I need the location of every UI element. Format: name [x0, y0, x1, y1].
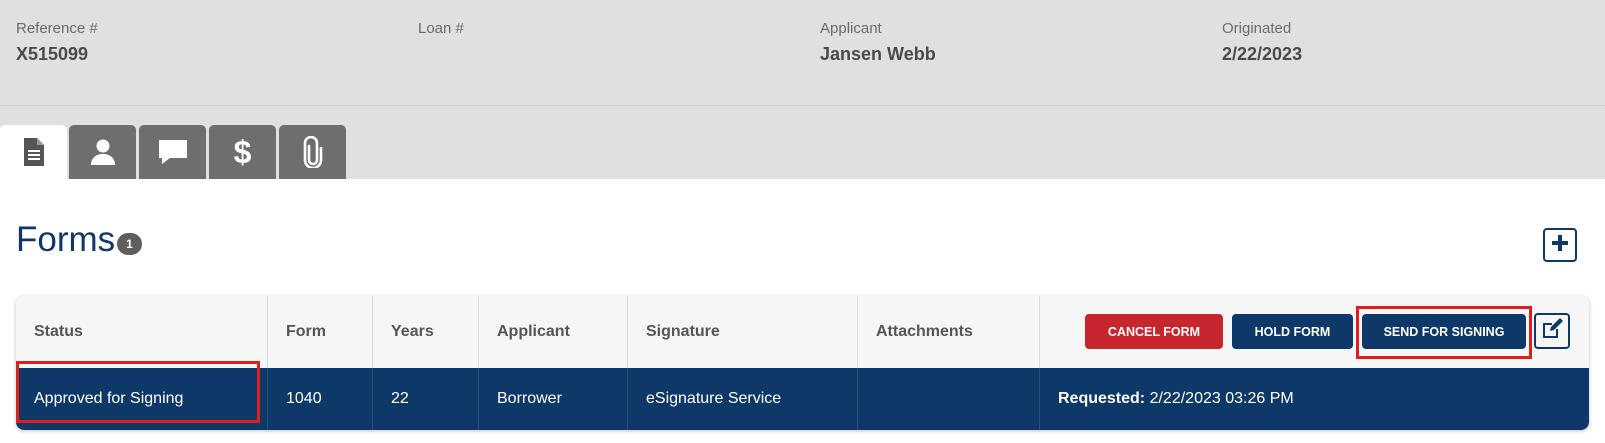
- applicant-field: Applicant Jansen Webb: [820, 20, 936, 65]
- applicant-label: Applicant: [820, 20, 882, 37]
- cell-form: 1040: [268, 368, 373, 430]
- table-header: Status Form Years Applicant Signature At…: [16, 296, 1589, 368]
- forms-title: Forms: [16, 220, 116, 259]
- requested-label: Requested:: [1058, 390, 1146, 407]
- column-header-signature: Signature: [628, 296, 858, 368]
- user-icon: [90, 138, 116, 166]
- loan-field: Loan #: [418, 20, 464, 44]
- tab-applicant[interactable]: [69, 125, 136, 179]
- reference-field: Reference # X515099: [16, 20, 98, 65]
- cancel-form-button[interactable]: CANCEL FORM: [1085, 314, 1223, 349]
- loan-label: Loan #: [418, 20, 464, 37]
- originated-field: Originated 2/22/2023: [1222, 20, 1302, 65]
- comment-icon: [157, 138, 189, 166]
- dollar-icon: $: [233, 133, 252, 170]
- originated-label: Originated: [1222, 20, 1292, 37]
- tab-attachments[interactable]: [279, 125, 346, 179]
- paperclip-icon: [303, 136, 323, 168]
- tab-documents[interactable]: [0, 125, 67, 179]
- column-header-attachments: Attachments: [858, 296, 1040, 368]
- requested-value: 2/22/2023 03:26 PM: [1149, 390, 1294, 407]
- cell-requested: Requested: 2/22/2023 03:26 PM: [1040, 368, 1589, 430]
- column-header-status: Status: [16, 296, 268, 368]
- edit-form-button[interactable]: [1534, 313, 1570, 349]
- tab-comments[interactable]: [139, 125, 206, 179]
- document-icon: [21, 137, 47, 167]
- cell-signature: eSignature Service: [628, 368, 858, 430]
- column-header-form: Form: [268, 296, 373, 368]
- cell-years: 22: [373, 368, 479, 430]
- forms-table: Status Form Years Applicant Signature At…: [16, 296, 1589, 430]
- hold-form-button[interactable]: HOLD FORM: [1232, 314, 1353, 349]
- reference-label: Reference #: [16, 20, 98, 37]
- originated-value: 2/22/2023: [1222, 44, 1303, 64]
- plus-icon: [1551, 234, 1569, 257]
- column-header-applicant: Applicant: [479, 296, 628, 368]
- applicant-value: Jansen Webb: [820, 44, 936, 64]
- pencil-icon: [1540, 317, 1564, 346]
- send-for-signing-button[interactable]: SEND FOR SIGNING: [1362, 314, 1526, 349]
- cell-attachments: [858, 368, 1040, 430]
- table-row[interactable]: Approved for Signing 1040 22 Borrower eS…: [16, 368, 1589, 430]
- forms-count-badge: 1: [117, 233, 142, 255]
- add-form-button[interactable]: [1543, 228, 1577, 262]
- tab-financials[interactable]: $: [209, 125, 276, 179]
- reference-value: X515099: [16, 44, 89, 64]
- cell-status: Approved for Signing: [16, 368, 268, 430]
- tab-bar: $: [0, 106, 1605, 179]
- column-header-years: Years: [373, 296, 479, 368]
- cell-applicant: Borrower: [479, 368, 628, 430]
- loan-summary-header: Reference # X515099 Loan # Applicant Jan…: [0, 0, 1605, 106]
